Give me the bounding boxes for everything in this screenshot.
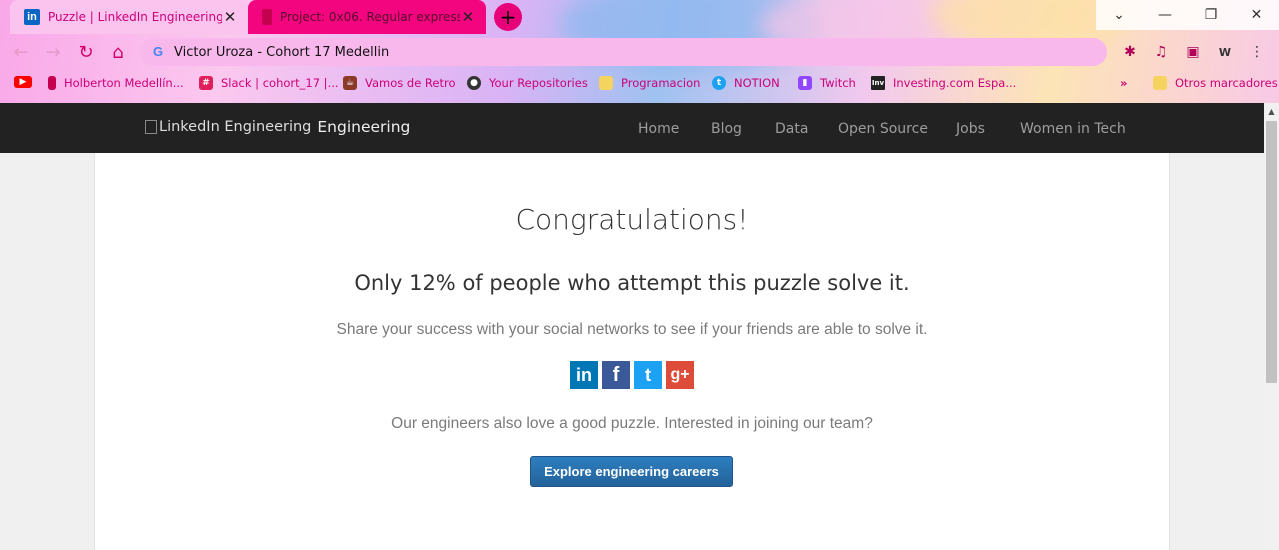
browser-toolbar: ← → ↻ ⌂ G Victor Uroza - Cohort 17 Medel…	[0, 34, 1279, 70]
close-window-button[interactable]: ✕	[1234, 0, 1279, 30]
bookmark-programacion[interactable]: Programacion	[599, 76, 700, 90]
bookmark-label: Investing.com Espa...	[893, 76, 1017, 90]
back-button[interactable]: ←	[10, 41, 32, 63]
brand-title: Engineering	[317, 118, 411, 136]
bookmark-label: Your Repositories	[489, 76, 588, 90]
broken-image-icon	[145, 120, 157, 134]
brand-logo-alt: LinkedIn Engineering	[159, 119, 312, 135]
google-icon: G	[152, 44, 164, 59]
nav-data[interactable]: Data	[775, 121, 808, 137]
folder-icon	[599, 76, 613, 90]
tab-search-button[interactable]: ⌄	[1096, 0, 1142, 30]
home-button[interactable]: ⌂	[107, 41, 129, 63]
page-title: Congratulations!	[515, 203, 749, 236]
twitter-icon: t	[712, 76, 726, 90]
social-share-buttons: in f t g+	[570, 361, 694, 389]
profile-avatar[interactable]: W	[1216, 43, 1234, 61]
bookmark-retro[interactable]: ☕ Vamos de Retro	[343, 76, 456, 90]
nav-home[interactable]: Home	[638, 121, 679, 137]
github-icon: ●	[467, 76, 481, 90]
bookmark-label: NOTION	[734, 76, 780, 90]
tab-project[interactable]: Project: 0x06. Regular expression ✕	[248, 0, 486, 34]
tab-puzzle[interactable]: in Puzzle | LinkedIn Engineering ✕	[10, 0, 248, 34]
nav-blog[interactable]: Blog	[711, 121, 742, 137]
bookmark-label: Twitch	[820, 76, 856, 90]
bookmark-notion[interactable]: t NOTION	[712, 76, 780, 90]
careers-prompt: Our engineers also love a good puzzle. I…	[391, 415, 873, 432]
tab-label: Project: 0x06. Regular expression	[280, 10, 460, 24]
twitch-icon: ▮	[798, 76, 812, 90]
site-header: LinkedIn Engineering Engineering Home Bl…	[0, 103, 1264, 153]
linkedin-icon[interactable]: in	[570, 361, 598, 389]
side-panel-icon[interactable]: ▣	[1184, 43, 1202, 61]
close-icon[interactable]: ✕	[222, 8, 238, 26]
close-icon[interactable]: ✕	[460, 8, 476, 26]
tab-label: Puzzle | LinkedIn Engineering	[48, 10, 222, 24]
bookmark-holberton[interactable]: Holberton Medellín...	[48, 76, 184, 90]
brand[interactable]: LinkedIn Engineering Engineering	[145, 118, 410, 136]
new-tab-button[interactable]: +	[494, 3, 522, 31]
browser-chrome: in Puzzle | LinkedIn Engineering ✕ Proje…	[0, 0, 1279, 103]
address-bar[interactable]: G Victor Uroza - Cohort 17 Medellin	[140, 38, 1107, 66]
linkedin-favicon-icon: in	[24, 9, 40, 25]
explore-careers-button[interactable]: Explore engineering careers	[530, 456, 733, 487]
bookmark-label: Holberton Medellín...	[64, 76, 184, 90]
scrollbar-thumb[interactable]	[1266, 121, 1277, 383]
nav-jobs[interactable]: Jobs	[956, 121, 985, 137]
media-control-icon[interactable]: ♫	[1152, 43, 1170, 61]
bookmark-label: Otros marcadores	[1175, 76, 1278, 90]
bookmark-twitch[interactable]: ▮ Twitch	[798, 76, 856, 90]
bookmarks-bar: ▶ Holberton Medellín... # Slack | cohort…	[0, 70, 1279, 100]
bookmark-youtube[interactable]: ▶	[14, 76, 40, 88]
folder-icon	[1153, 76, 1167, 90]
holberton-favicon-icon	[262, 9, 272, 25]
google-plus-icon[interactable]: g+	[666, 361, 694, 389]
bookmarks-overflow-icon[interactable]: »	[1120, 76, 1127, 90]
investing-icon: Inv	[871, 76, 885, 90]
twitter-icon[interactable]: t	[634, 361, 662, 389]
forward-button[interactable]: →	[42, 41, 64, 63]
bookmark-github[interactable]: ● Your Repositories	[467, 76, 588, 90]
slack-icon: #	[199, 76, 213, 90]
youtube-icon: ▶	[14, 76, 32, 88]
scroll-up-arrow-icon[interactable]: ▲	[1264, 103, 1279, 119]
tab-strip: in Puzzle | LinkedIn Engineering ✕ Proje…	[0, 0, 1279, 34]
bookmark-label: Vamos de Retro	[365, 76, 456, 90]
bookmark-slack[interactable]: # Slack | cohort_17 |...	[199, 76, 339, 90]
restore-button[interactable]: ❐	[1188, 0, 1234, 30]
page-scrollbar[interactable]: ▲	[1264, 103, 1279, 550]
bookmark-investing[interactable]: Inv Investing.com Espa...	[871, 76, 1016, 90]
solve-rate-text: Only 12% of people who attempt this puzz…	[354, 271, 910, 295]
reload-button[interactable]: ↻	[75, 41, 97, 63]
share-prompt: Share your success with your social netw…	[336, 321, 928, 338]
content-card: Congratulations! Only 12% of people who …	[94, 153, 1170, 550]
extensions-icon[interactable]: ✱	[1121, 43, 1139, 61]
retro-icon: ☕	[343, 76, 357, 90]
bookmark-label: Slack | cohort_17 |...	[221, 76, 339, 90]
minimize-button[interactable]: —	[1142, 0, 1188, 30]
nav-women-in-tech[interactable]: Women in Tech	[1020, 121, 1126, 137]
menu-icon[interactable]: ⋮	[1248, 43, 1266, 61]
bookmark-label: Programacion	[621, 76, 701, 90]
facebook-icon[interactable]: f	[602, 361, 630, 389]
address-bar-text: Victor Uroza - Cohort 17 Medellin	[174, 44, 390, 60]
nav-open-source[interactable]: Open Source	[838, 121, 928, 137]
holberton-icon	[48, 76, 56, 90]
bookmark-other[interactable]: Otros marcadores	[1153, 76, 1278, 90]
